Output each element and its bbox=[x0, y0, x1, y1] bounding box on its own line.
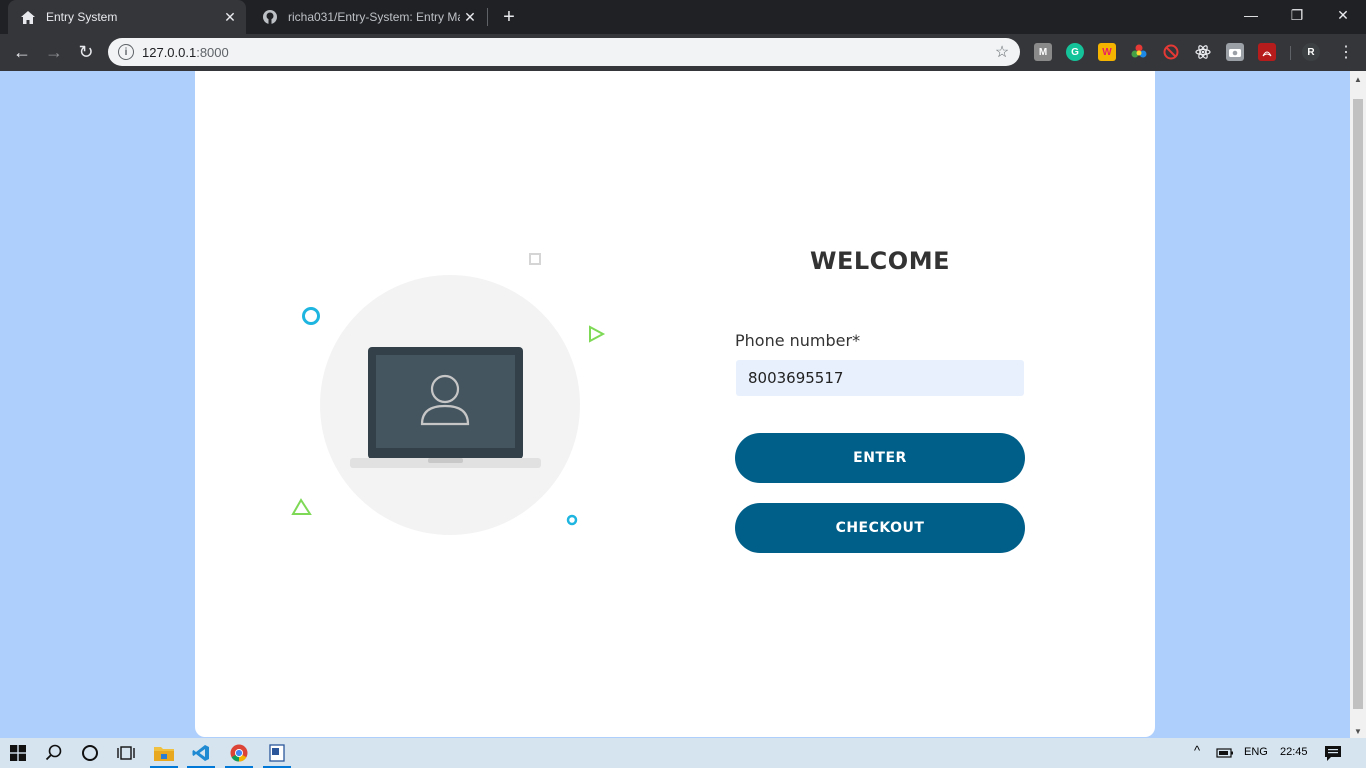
checkout-button[interactable]: CHECKOUT bbox=[735, 503, 1025, 553]
file-explorer-icon[interactable] bbox=[152, 741, 176, 765]
notifications-icon[interactable] bbox=[1321, 741, 1345, 765]
bookmark-star-icon[interactable]: ☆ bbox=[990, 42, 1014, 62]
extension-w-icon[interactable]: W bbox=[1098, 43, 1116, 61]
phone-input[interactable] bbox=[736, 360, 1024, 396]
home-icon bbox=[20, 9, 36, 25]
language-indicator[interactable]: ENG bbox=[1244, 746, 1268, 758]
new-tab-button[interactable]: + bbox=[497, 5, 521, 29]
circle-shape-large bbox=[302, 307, 320, 325]
scroll-thumb[interactable] bbox=[1353, 99, 1363, 709]
minimize-button[interactable]: — bbox=[1228, 0, 1274, 30]
enter-button[interactable]: ENTER bbox=[735, 433, 1025, 483]
vertical-scrollbar[interactable]: ▲ ▼ bbox=[1350, 71, 1366, 738]
task-view-icon[interactable] bbox=[114, 741, 138, 765]
page-viewport: WELCOME Phone number* ENTER CHECKOUT bbox=[0, 71, 1350, 738]
color-picker-icon[interactable] bbox=[1130, 43, 1148, 61]
react-devtools-icon[interactable] bbox=[1194, 43, 1212, 61]
search-icon[interactable] bbox=[42, 741, 66, 765]
extension-m-icon[interactable]: M bbox=[1034, 43, 1052, 61]
grammarly-icon[interactable]: G bbox=[1066, 43, 1084, 61]
menu-kebab-icon[interactable]: ⋮ bbox=[1332, 38, 1360, 66]
chrome-icon[interactable] bbox=[227, 741, 251, 765]
word-doc-icon[interactable] bbox=[265, 741, 289, 765]
cortana-icon[interactable] bbox=[78, 741, 102, 765]
battery-icon[interactable] bbox=[1213, 741, 1237, 765]
scroll-up-icon[interactable]: ▲ bbox=[1354, 75, 1362, 84]
close-icon[interactable]: ✕ bbox=[220, 7, 240, 27]
tab-title: richa031/Entry-System: Entry Ma bbox=[288, 10, 460, 24]
info-icon[interactable]: i bbox=[118, 44, 134, 60]
close-icon[interactable]: ✕ bbox=[460, 7, 480, 27]
circle-shape-small bbox=[566, 514, 578, 526]
blocker-icon[interactable] bbox=[1162, 43, 1180, 61]
square-shape bbox=[529, 253, 541, 265]
url-port: :8000 bbox=[196, 44, 229, 60]
toolbar-divider bbox=[1290, 46, 1291, 60]
entry-form: WELCOME Phone number* ENTER CHECKOUT bbox=[735, 247, 1025, 553]
tab-github[interactable]: richa031/Entry-System: Entry Ma ✕ bbox=[250, 0, 486, 34]
tab-entry-system[interactable]: Entry System ✕ bbox=[8, 0, 246, 34]
close-window-button[interactable]: ✕ bbox=[1320, 0, 1366, 30]
browser-toolbar: ← → ↻ i 127.0.0.1:8000 ☆ M G W R ⋮ bbox=[0, 34, 1366, 71]
address-bar[interactable]: i 127.0.0.1:8000 ☆ bbox=[108, 38, 1020, 66]
url-host: 127.0.0.1 bbox=[142, 44, 197, 60]
triangle-up-shape bbox=[291, 498, 312, 515]
laptop-illustration bbox=[291, 253, 606, 535]
scroll-down-icon[interactable]: ▼ bbox=[1354, 727, 1362, 736]
url-text[interactable]: 127.0.0.1:8000 bbox=[142, 45, 990, 60]
github-icon bbox=[262, 9, 278, 25]
login-card: WELCOME Phone number* ENTER CHECKOUT bbox=[195, 71, 1155, 737]
vscode-icon[interactable] bbox=[189, 741, 213, 765]
forward-button[interactable]: → bbox=[40, 38, 68, 66]
tab-separator bbox=[487, 8, 488, 26]
pdf-icon[interactable] bbox=[1258, 43, 1276, 61]
windows-start-icon[interactable] bbox=[6, 741, 30, 765]
laptop-notch bbox=[428, 458, 463, 463]
window-controls: — ❐ ✕ bbox=[1228, 0, 1366, 30]
reload-button[interactable]: ↻ bbox=[72, 38, 100, 66]
camera-icon[interactable] bbox=[1226, 43, 1244, 61]
triangle-right-shape bbox=[589, 325, 606, 343]
taskbar: ^ ENG 22:45 bbox=[0, 738, 1366, 768]
restore-button[interactable]: ❐ bbox=[1274, 0, 1320, 30]
chevron-up-icon[interactable]: ^ bbox=[1194, 743, 1200, 758]
profile-avatar[interactable]: R bbox=[1302, 43, 1320, 61]
tab-title: Entry System bbox=[46, 10, 118, 24]
back-button[interactable]: ← bbox=[8, 38, 36, 66]
tab-bar: Entry System ✕ richa031/Entry-System: En… bbox=[0, 0, 1366, 34]
phone-label: Phone number* bbox=[735, 331, 861, 350]
clock[interactable]: 22:45 bbox=[1280, 746, 1308, 758]
page-title: WELCOME bbox=[810, 247, 950, 275]
